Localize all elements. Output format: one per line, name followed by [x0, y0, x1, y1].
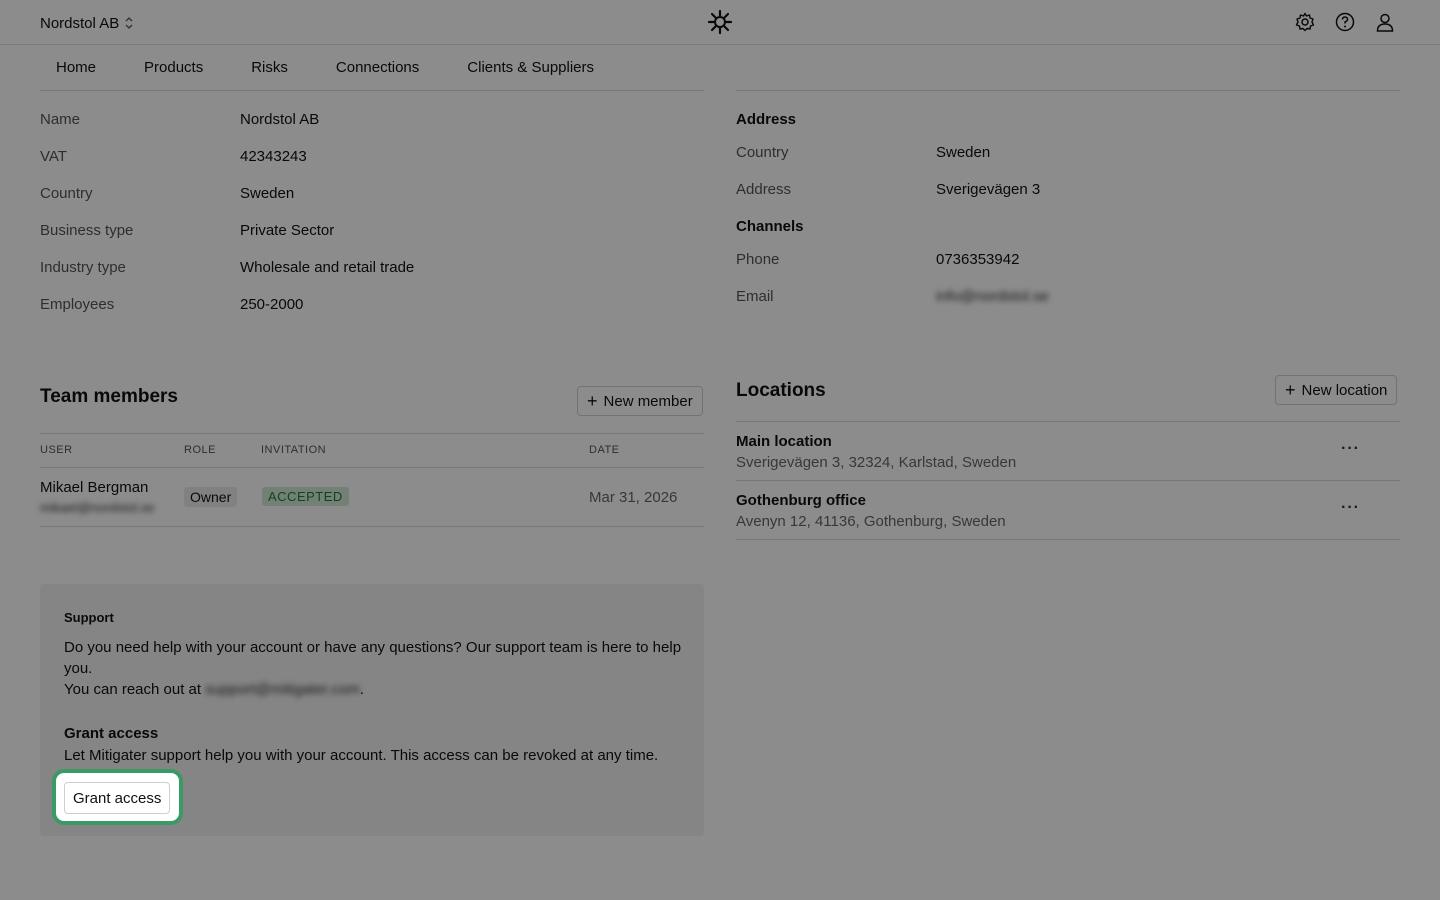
location-name: Gothenburg office	[736, 492, 866, 509]
new-location-button[interactable]: + New location	[1275, 375, 1398, 405]
divider	[40, 526, 704, 527]
address-label-country: Country	[736, 144, 789, 161]
location-address: Avenyn 12, 41136, Gothenburg, Sweden	[736, 513, 1006, 530]
divider	[736, 539, 1400, 540]
more-options-icon[interactable]: ···	[1341, 499, 1360, 517]
plus-icon: +	[587, 391, 598, 411]
field-label-industry-type: Industry type	[40, 259, 126, 276]
new-member-label: New member	[603, 392, 693, 410]
col-role: ROLE	[184, 444, 216, 456]
field-value-business-type: Private Sector	[240, 222, 335, 239]
member-email: mikael@nordstol.se	[40, 500, 155, 515]
divider	[736, 421, 1400, 422]
plus-icon: +	[1285, 380, 1296, 400]
address-heading: Address	[736, 111, 797, 128]
divider	[736, 90, 1400, 91]
grant-access-text: Let Mitigater support help you with your…	[64, 747, 659, 764]
col-invitation: INVITATION	[261, 444, 327, 456]
status-badge: ACCEPTED	[262, 487, 349, 506]
field-label-employees: Employees	[40, 296, 115, 313]
new-member-button[interactable]: + New member	[577, 386, 703, 416]
support-title: Support	[64, 610, 114, 625]
chevron-up-down-icon	[125, 17, 133, 29]
top-bar: Nordstol AB	[0, 0, 1440, 45]
divider	[40, 90, 704, 91]
address-value-country: Sweden	[936, 144, 991, 161]
address-value-address: Sverigevägen 3	[936, 181, 1041, 198]
location-name: Main location	[736, 433, 832, 450]
grant-access-button[interactable]: Grant access	[64, 782, 171, 814]
nav-clients-suppliers[interactable]: Clients & Suppliers	[467, 59, 594, 76]
divider	[40, 433, 704, 434]
nav-home[interactable]: Home	[56, 59, 96, 76]
settings-icon[interactable]	[1294, 11, 1316, 33]
location-address: Sverigevägen 3, 32324, Karlstad, Sweden	[736, 454, 1017, 471]
team-members-title: Team members	[40, 386, 178, 407]
channel-value-phone: 0736353942	[936, 251, 1020, 268]
member-date: Mar 31, 2026	[589, 489, 678, 506]
role-badge: Owner	[184, 487, 238, 507]
divider	[736, 480, 1400, 481]
org-name: Nordstol AB	[40, 14, 120, 32]
logo-icon[interactable]	[707, 9, 733, 35]
channel-label-email: Email	[736, 288, 774, 305]
nav-products[interactable]: Products	[144, 59, 203, 76]
field-value-employees: 250-2000	[240, 296, 304, 313]
field-label-vat: VAT	[40, 148, 67, 165]
member-name: Mikael Bergman	[40, 479, 149, 496]
grant-access-title: Grant access	[64, 725, 159, 742]
col-user: USER	[40, 444, 73, 456]
help-icon[interactable]	[1334, 11, 1356, 33]
field-value-name: Nordstol AB	[240, 111, 320, 128]
field-value-country: Sweden	[240, 185, 295, 202]
divider	[40, 467, 704, 468]
channels-heading: Channels	[736, 218, 804, 235]
nav-risks[interactable]: Risks	[251, 59, 288, 76]
channel-label-phone: Phone	[736, 251, 780, 268]
org-switcher[interactable]: Nordstol AB	[40, 13, 133, 33]
support-email-link[interactable]: support@mitigater.com	[205, 681, 359, 698]
support-text: Do you need help with your account or ha…	[64, 639, 682, 677]
support-contact-suffix: .	[359, 681, 364, 698]
locations-title: Locations	[736, 380, 826, 401]
grant-access-highlight: Grant access	[52, 769, 183, 825]
address-label-address: Address	[736, 181, 792, 198]
field-label-country: Country	[40, 185, 93, 202]
nav-connections[interactable]: Connections	[336, 59, 419, 76]
user-icon[interactable]	[1374, 11, 1396, 33]
support-contact-prefix: You can reach out at	[64, 681, 202, 698]
channel-value-email: info@nordstol.se	[936, 288, 1049, 305]
new-location-label: New location	[1301, 381, 1388, 399]
field-label-business-type: Business type	[40, 222, 134, 239]
field-value-industry-type: Wholesale and retail trade	[240, 259, 415, 276]
main-nav: Home Products Risks Connections Clients …	[0, 45, 1440, 90]
field-value-vat: 42343243	[240, 148, 307, 165]
support-contact: You can reach out at support@mitigater.c…	[64, 679, 684, 700]
more-options-icon[interactable]: ···	[1341, 440, 1360, 458]
col-date: DATE	[589, 444, 620, 456]
field-label-name: Name	[40, 111, 81, 128]
